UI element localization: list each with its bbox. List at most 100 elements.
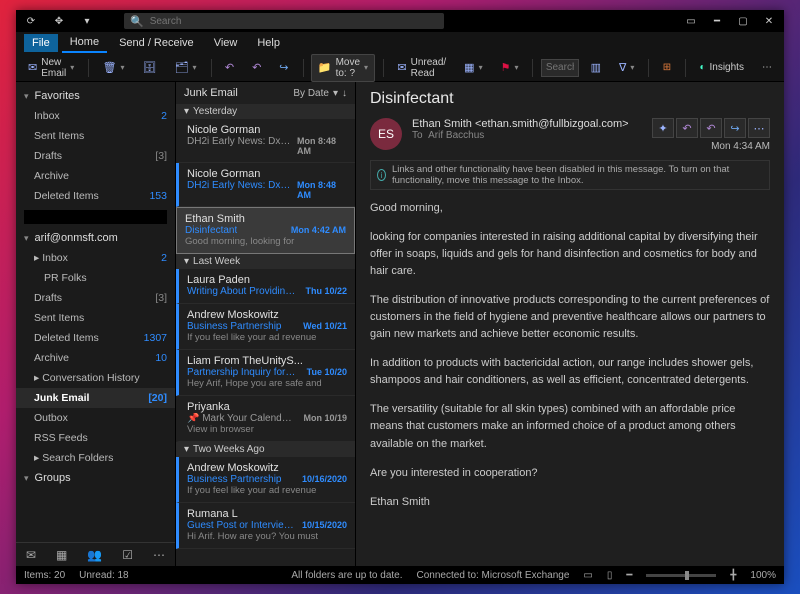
folder-item[interactable]: Sent Items (16, 308, 175, 328)
folder-item[interactable]: Archive (16, 166, 175, 186)
body-paragraph: The versatility (suitable for all skin t… (370, 401, 770, 452)
sync-icon[interactable]: ⟳ (20, 12, 42, 30)
message-preview: If you feel like your ad revenue (187, 485, 347, 496)
more-actions-button[interactable]: ⋯ (748, 118, 770, 138)
reply-action-button[interactable]: ↶ (676, 118, 698, 138)
menu-file[interactable]: File (24, 34, 58, 52)
folder-item[interactable]: Junk Email[20] (16, 388, 175, 408)
view-normal-icon[interactable]: ▭ (583, 570, 592, 581)
folder-scroll[interactable]: Favorites Inbox2Sent ItemsDrafts[3]Archi… (16, 82, 175, 542)
unread-read-button[interactable]: ✉Unread/ Read (391, 55, 452, 81)
info-bar[interactable]: i Links and other functionality have bee… (370, 160, 770, 190)
menu-send-receive[interactable]: Send / Receive (111, 34, 202, 52)
minimize-button[interactable]: ━ (706, 12, 728, 30)
folder-item[interactable]: RSS Feeds (16, 428, 175, 448)
coming-soon-icon[interactable]: ▭ (680, 12, 702, 30)
menu-view[interactable]: View (206, 34, 246, 52)
message-item[interactable]: Andrew MoskowitzBusiness Partnership10/1… (176, 457, 355, 503)
folder-item[interactable]: Deleted Items153 (16, 186, 175, 206)
folder-item[interactable]: Inbox2 (16, 106, 175, 126)
message-time: Mon 4:42 AM (291, 225, 346, 235)
quick-access-dropdown-icon[interactable]: ▾ (76, 12, 98, 30)
message-subject-preview: 📌 Mark Your Calendars to M... (187, 413, 297, 424)
address-book-button[interactable]: ▥ (585, 59, 607, 76)
close-button[interactable]: ✕ (758, 12, 780, 30)
zoom-slider[interactable] (646, 574, 716, 577)
translate-button[interactable]: ✦ (652, 118, 674, 138)
reply-all-action-button[interactable]: ↶ (700, 118, 722, 138)
search-icon: 🔍 (130, 15, 144, 28)
groups-header[interactable]: Groups (16, 468, 175, 488)
search-people-box[interactable] (541, 59, 579, 77)
forward-action-button[interactable]: ↪ (724, 118, 746, 138)
folder-item[interactable]: Drafts[3] (16, 288, 175, 308)
slider-thumb[interactable] (685, 571, 689, 580)
message-list-header: Junk Email By Date▾↓ (176, 82, 355, 104)
forward-button[interactable]: ↪ (273, 59, 294, 76)
send-receive-icon[interactable]: ✥ (48, 12, 70, 30)
reading-scroll[interactable]: Disinfectant ES Ethan Smith <ethan.smith… (356, 82, 784, 566)
tasks-nav-icon[interactable]: ☑ (122, 548, 133, 562)
message-item[interactable]: Laura PadenWriting About Providing To...… (176, 269, 355, 304)
addin-button[interactable]: ⊞ (657, 60, 677, 75)
search-input[interactable] (150, 16, 438, 27)
message-group-header[interactable]: ▾Yesterday (176, 104, 355, 119)
folder-item[interactable]: Deleted Items1307 (16, 328, 175, 348)
message-group-header[interactable]: ▾Two Weeks Ago (176, 442, 355, 457)
reply-all-button[interactable]: ↶ (246, 59, 267, 76)
more-nav-icon[interactable]: ⋯ (153, 548, 165, 562)
reply-button[interactable]: ↶ (219, 59, 240, 76)
message-list[interactable]: ▾YesterdayNicole GormanDH2i Early News: … (176, 104, 355, 566)
flag-button[interactable]: ⚑▾ (495, 59, 525, 76)
zoom-out-button[interactable]: ━ (626, 570, 632, 581)
folder-item[interactable]: Outbox (16, 408, 175, 428)
message-item[interactable]: Nicole GormanDH2i Early News: DxOdysse..… (176, 163, 355, 207)
sweep-button[interactable]: 🗂▾ (169, 59, 203, 76)
message-header-right: ✦ ↶ ↶ ↪ ⋯ Mon 4:34 AM (652, 118, 770, 152)
message-item[interactable]: Nicole GormanDH2i Early News: DxOdyssey … (176, 119, 355, 163)
message-item[interactable]: Andrew MoskowitzBusiness PartnershipWed … (176, 304, 355, 350)
folder-item[interactable]: ▸ Conversation History (16, 368, 175, 388)
message-item[interactable]: Liam From TheUnityS...Partnership Inquir… (176, 350, 355, 396)
message-item[interactable]: Rumana LGuest Post or Interview opp...10… (176, 503, 355, 549)
insights-button[interactable]: ◐Insights (693, 60, 750, 75)
flag-icon: ⚑ (501, 61, 511, 74)
search-box[interactable]: 🔍 (124, 13, 444, 29)
people-nav-icon[interactable]: 👥 (87, 548, 102, 562)
maximize-button[interactable]: ▢ (732, 12, 754, 30)
search-people-input[interactable] (546, 62, 574, 73)
folder-item[interactable]: Sent Items (16, 126, 175, 146)
ribbon-more-button[interactable]: ⋯ (756, 60, 778, 75)
calendar-nav-icon[interactable]: ▦ (56, 548, 67, 562)
folder-item[interactable]: PR Folks (16, 268, 175, 288)
menu-home[interactable]: Home (62, 33, 107, 53)
folder-name: Archive (34, 169, 69, 183)
reading-pane: Disinfectant ES Ethan Smith <ethan.smith… (356, 82, 784, 566)
view-reading-icon[interactable]: ▯ (607, 570, 613, 581)
mail-nav-icon[interactable]: ✉ (26, 548, 36, 562)
folder-item[interactable]: ▸ Inbox2 (16, 248, 175, 268)
zoom-in-button[interactable]: ╋ (730, 570, 736, 581)
archive-button[interactable]: 🗄 (137, 59, 163, 76)
favorites-header[interactable]: Favorites (16, 86, 175, 106)
info-text: Links and other functionality have been … (392, 164, 763, 186)
folder-name: ▸ Conversation History (34, 371, 140, 385)
folder-item[interactable]: Drafts[3] (16, 146, 175, 166)
quick-access-toolbar: ⟳ ✥ ▾ (20, 12, 98, 30)
new-email-button[interactable]: ✉New Email▾ (22, 55, 80, 81)
categorize-button[interactable]: ▦▾ (458, 59, 488, 76)
message-item[interactable]: Priyanka📌 Mark Your Calendars to M...Mon… (176, 396, 355, 442)
filter-button[interactable]: ∇▾ (613, 59, 640, 76)
sort-label: By Date (293, 88, 329, 99)
folder-item[interactable]: ▸ Search Folders (16, 448, 175, 468)
forward-icon: ↪ (279, 61, 288, 74)
delete-button[interactable]: 🗑▾ (97, 59, 131, 76)
account-header[interactable]: arif@onmsft.com (16, 228, 175, 248)
folder-item[interactable]: Archive10 (16, 348, 175, 368)
message-time: Tue 10/20 (307, 367, 347, 377)
message-group-header[interactable]: ▾Last Week (176, 254, 355, 269)
sort-button[interactable]: By Date▾↓ (293, 88, 347, 99)
move-to-button[interactable]: 📁Move to: ?▾ (311, 54, 375, 82)
menu-help[interactable]: Help (249, 34, 288, 52)
message-item[interactable]: Ethan SmithDisinfectantMon 4:42 AMGood m… (176, 207, 355, 254)
